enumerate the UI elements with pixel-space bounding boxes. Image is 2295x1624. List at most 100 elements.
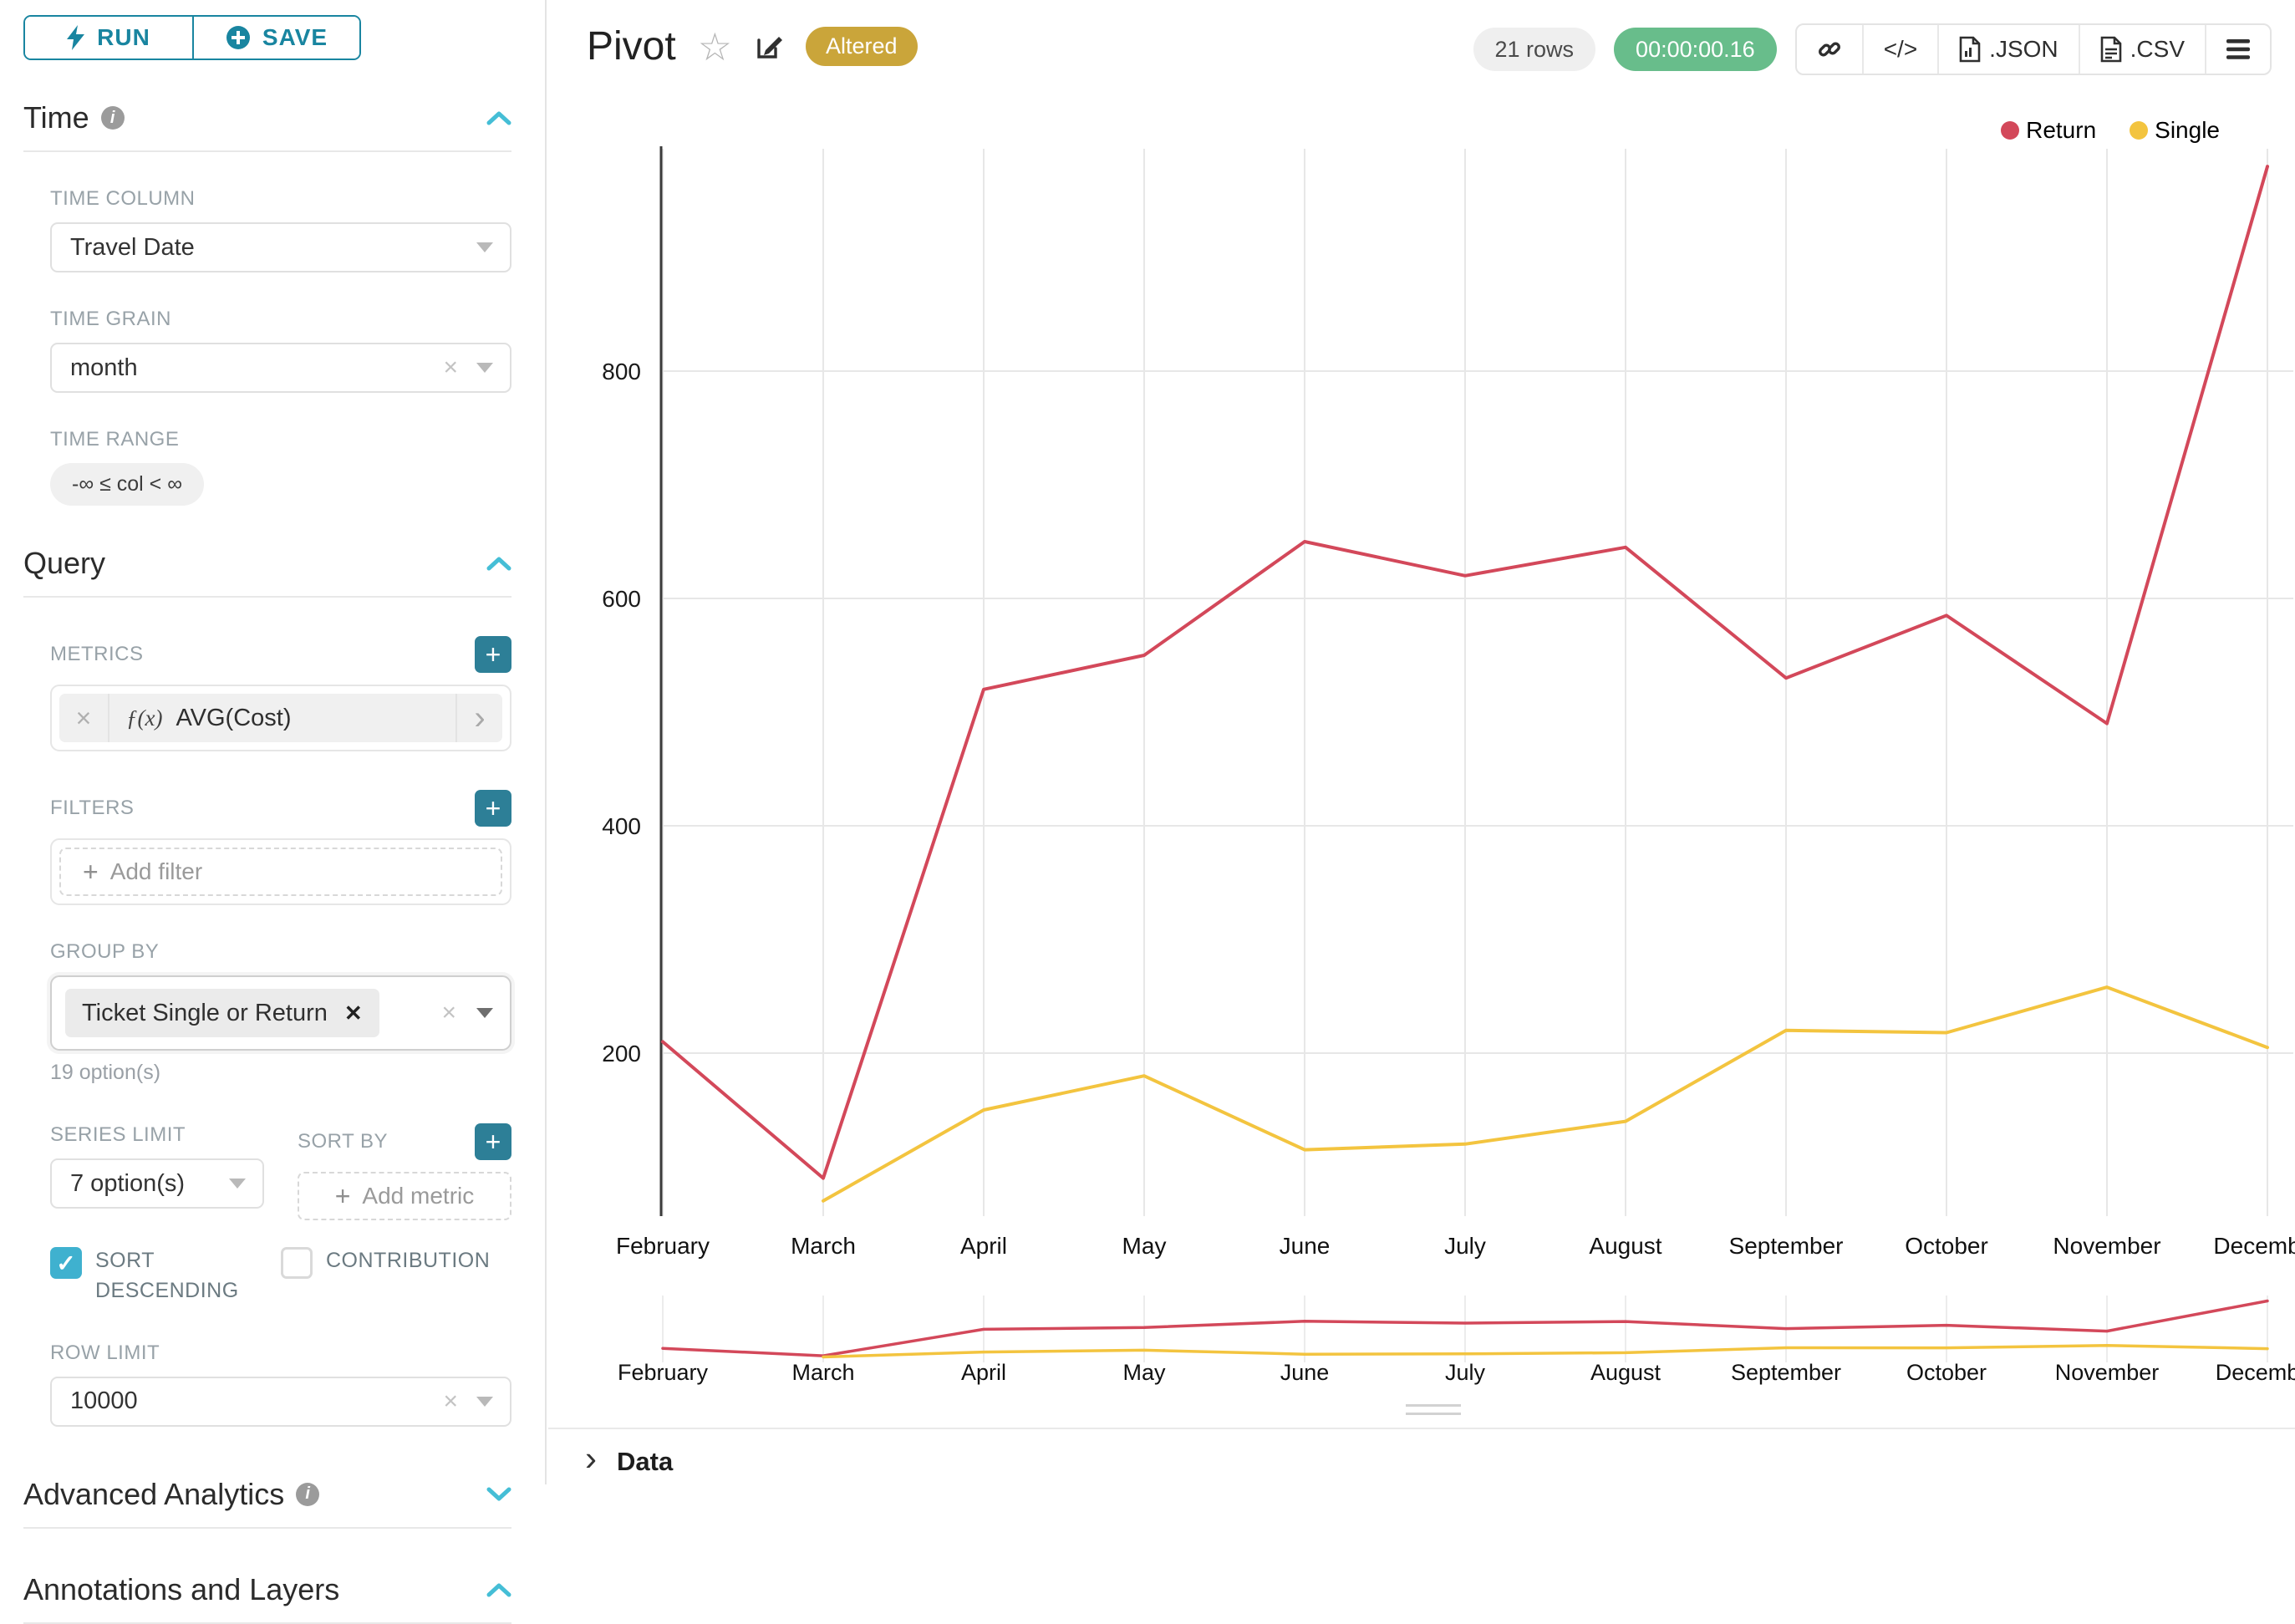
time-column-value: Travel Date [70, 234, 195, 262]
x-axis-label: November [2053, 1233, 2160, 1259]
divider [23, 596, 511, 598]
group-by-label: GROUP BY [50, 940, 511, 964]
star-icon[interactable]: ☆ [698, 28, 732, 66]
x-axis-label: December [2213, 1233, 2295, 1259]
x-axis-label: April [960, 1233, 1007, 1259]
section-annotations-header[interactable]: Annotations and Layers [23, 1572, 511, 1607]
section-query-header[interactable]: Query [23, 546, 511, 581]
x-axis-label: May [1122, 1233, 1167, 1259]
group-by-pill: Ticket Single or Return ✕ [65, 989, 379, 1037]
contribution-checkbox[interactable] [281, 1247, 313, 1279]
chart-panel: Pivot ☆ Altered 21 rows 00:00:00.16 </> [548, 0, 2295, 1484]
remove-tag-icon[interactable]: ✕ [344, 1000, 363, 1026]
plus-icon: + [83, 857, 99, 888]
mini-x-axis-label: March [791, 1360, 854, 1385]
group-by-value: Ticket Single or Return [82, 1000, 328, 1027]
series-limit-label: SERIES LIMIT [50, 1123, 264, 1147]
section-title: Annotations and Layers [23, 1572, 339, 1607]
y-axis-tick: 400 [602, 813, 641, 839]
filters-container: + Add filter [50, 838, 511, 905]
code-icon: </> [1884, 36, 1917, 63]
time-grain-select[interactable]: month × [50, 343, 511, 393]
mini-x-axis-label: October [1906, 1360, 1987, 1385]
run-button[interactable]: RUN [25, 17, 192, 59]
section-time-header[interactable]: Time i [23, 100, 511, 135]
metric-value: AVG(Cost) [176, 705, 291, 732]
lightning-icon [67, 25, 85, 50]
metrics-container: × ƒ(x) AVG(Cost) › [50, 685, 511, 751]
row-limit-select[interactable]: 10000 × [50, 1377, 511, 1427]
plus-circle-icon [226, 25, 251, 50]
sort-descending-label: SORT DESCENDING [95, 1245, 237, 1306]
row-limit-label: ROW LIMIT [50, 1341, 511, 1365]
clear-icon[interactable]: × [443, 1387, 458, 1416]
y-axis-tick: 800 [602, 359, 641, 384]
add-metric-button[interactable]: + [475, 636, 511, 673]
add-metric-label: Add metric [362, 1183, 474, 1209]
caret-down-icon [476, 1008, 493, 1018]
metric-pill[interactable]: × ƒ(x) AVG(Cost) › [59, 694, 502, 742]
csv-file-icon [2100, 36, 2122, 63]
x-axis-label: August [1589, 1233, 1661, 1259]
json-file-icon [1959, 36, 1981, 63]
series-limit-select[interactable]: 7 option(s) [50, 1158, 264, 1209]
divider [23, 1622, 511, 1624]
clear-icon[interactable]: × [443, 354, 458, 382]
sort-by-dropzone[interactable]: + Add metric [298, 1172, 511, 1220]
divider [23, 1527, 511, 1529]
x-axis-label: September [1729, 1233, 1844, 1259]
line-chart: 200400600800FebruaryFebruaryMarchMarchAp… [548, 109, 2295, 1429]
time-column-select[interactable]: Travel Date [50, 222, 511, 272]
filters-label: FILTERS [50, 797, 134, 820]
menu-button[interactable] [2205, 25, 2270, 74]
expand-caret-icon[interactable]: › [455, 694, 502, 742]
add-filter-dropzone[interactable]: + Add filter [59, 848, 502, 896]
drag-handle[interactable] [1406, 1404, 1461, 1421]
row-count-badge: 21 rows [1473, 28, 1596, 71]
x-axis-label: June [1280, 1233, 1331, 1259]
export-json-button[interactable]: .JSON [1937, 25, 2078, 74]
row-limit-value: 10000 [70, 1387, 138, 1415]
caret-down-icon [476, 363, 493, 373]
data-panel-toggle[interactable]: › Data [585, 1444, 673, 1479]
edit-icon[interactable] [754, 32, 784, 62]
y-axis-tick: 600 [602, 586, 641, 612]
time-column-label: TIME COLUMN [50, 187, 511, 211]
altered-badge[interactable]: Altered [806, 27, 918, 66]
share-link-button[interactable] [1797, 25, 1862, 74]
mini-x-axis-label: May [1122, 1360, 1166, 1385]
section-advanced-analytics-header[interactable]: Advanced Analytics i [23, 1477, 511, 1512]
add-sort-metric-button[interactable]: + [475, 1123, 511, 1160]
control-panel: RUN SAVE Time i TIME COLUMN Travel Date … [0, 0, 547, 1484]
series-line-single [823, 987, 2267, 1201]
divider [548, 1428, 2295, 1429]
metrics-label: METRICS [50, 643, 144, 666]
time-grain-value: month [70, 354, 138, 382]
divider [23, 150, 511, 152]
export-toolbar: </> .JSON .CSV [1795, 23, 2272, 75]
time-grain-label: TIME GRAIN [50, 308, 511, 331]
save-button[interactable]: SAVE [192, 17, 359, 59]
mini-x-axis-label: November [2055, 1360, 2160, 1385]
info-icon: i [101, 106, 125, 130]
link-icon [1817, 37, 1842, 62]
csv-label: .CSV [2130, 36, 2185, 63]
add-filter-button[interactable]: + [475, 790, 511, 827]
info-icon: i [296, 1483, 319, 1506]
sort-by-label: SORT BY [298, 1130, 388, 1153]
x-axis-label: October [1905, 1233, 1988, 1259]
json-label: .JSON [1989, 36, 2058, 63]
view-query-button[interactable]: </> [1862, 25, 1937, 74]
group-by-select[interactable]: Ticket Single or Return ✕ × [50, 975, 511, 1051]
mini-x-axis-label: June [1280, 1360, 1330, 1385]
mini-x-axis-label: September [1731, 1360, 1841, 1385]
chevron-down-icon [486, 1487, 511, 1502]
clear-icon[interactable]: × [441, 999, 456, 1027]
sort-descending-checkbox[interactable]: ✓ [50, 1247, 82, 1279]
time-range-pill[interactable]: -∞ ≤ col < ∞ [50, 463, 204, 506]
remove-metric-icon[interactable]: × [59, 694, 109, 742]
mini-x-axis-label: July [1445, 1360, 1486, 1385]
export-csv-button[interactable]: .CSV [2079, 25, 2205, 74]
contribution-label: CONTRIBUTION [326, 1245, 468, 1275]
chevron-up-icon [486, 110, 511, 125]
